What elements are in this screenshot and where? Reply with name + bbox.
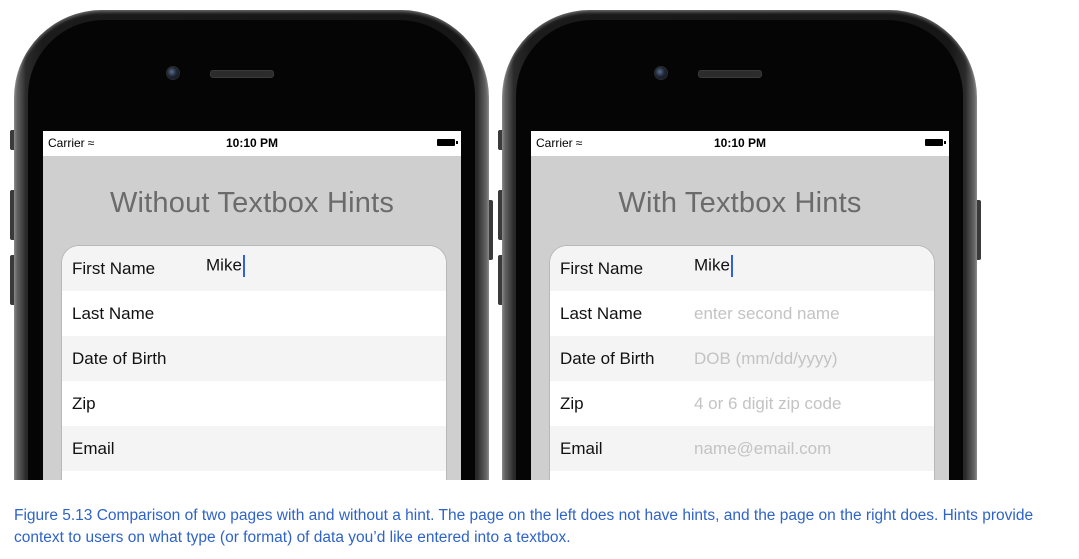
field-label: Last Name <box>72 303 155 323</box>
screen: Carrier ≈ 10:10 PM With Textbox Hints Fir… <box>531 131 949 480</box>
field-label: First Name <box>560 258 644 278</box>
form-row-first-name: First Name Mike <box>62 246 446 291</box>
battery-icon <box>925 139 946 146</box>
field-label: Email <box>72 438 115 458</box>
email-input[interactable] <box>684 433 934 464</box>
status-time: 10:10 PM <box>713 136 767 150</box>
first-name-input[interactable]: Mike <box>694 254 733 277</box>
field-label: Date of Birth <box>72 348 167 368</box>
form-row-zip: Zip <box>62 381 446 426</box>
page-title: Without Textbox Hints <box>109 187 395 219</box>
form-row-first-name: First Name Mike <box>550 246 934 291</box>
form-row-zip: Zip <box>550 381 934 426</box>
status-bar: Carrier ≈ 10:10 PM <box>43 131 461 156</box>
phone-left: Carrier ≈ 10:10 PM Without Textbox Hints … <box>10 0 493 480</box>
zip-input[interactable] <box>196 388 446 419</box>
figure-caption: Figure 5.13 Comparison of two pages with… <box>14 507 1034 546</box>
field-label: Last Name <box>560 303 643 323</box>
form-row-last-name: Last Name <box>550 291 934 336</box>
first-name-input[interactable]: Mike <box>206 254 245 277</box>
text-caret <box>242 254 245 277</box>
earpiece-speaker <box>698 70 762 78</box>
form-row-email: Email <box>62 426 446 471</box>
form-row-last-name: Last Name <box>62 291 446 336</box>
front-camera-icon <box>654 66 668 80</box>
last-name-input[interactable] <box>196 298 446 329</box>
battery-icon <box>437 139 458 146</box>
status-bar: Carrier ≈ 10:10 PM <box>531 131 949 156</box>
field-label: Email <box>560 438 603 458</box>
status-time: 10:10 PM <box>225 136 279 150</box>
form-row-date-of-birth: Date of Birth <box>62 336 446 381</box>
date-of-birth-input[interactable] <box>684 343 934 374</box>
phone-right: Carrier ≈ 10:10 PM With Textbox Hints Fir… <box>498 0 981 480</box>
form-row-email: Email <box>550 426 934 471</box>
email-input[interactable] <box>196 433 446 464</box>
front-camera-icon <box>166 66 180 80</box>
form-row-empty <box>62 471 446 480</box>
text-caret <box>730 254 733 277</box>
page-title: With Textbox Hints <box>618 187 862 219</box>
zip-input[interactable] <box>684 388 934 419</box>
form-table: First Name Mike Last Name Date of Birth … <box>61 245 447 480</box>
form-row-date-of-birth: Date of Birth <box>550 336 934 381</box>
field-label: Zip <box>560 393 584 413</box>
field-label: Zip <box>72 393 96 413</box>
last-name-input[interactable] <box>684 298 934 329</box>
date-of-birth-input[interactable] <box>196 343 446 374</box>
earpiece-speaker <box>210 70 274 78</box>
field-label: First Name <box>72 258 156 278</box>
field-label: Date of Birth <box>560 348 655 368</box>
form-row-empty <box>550 471 934 480</box>
screen: Carrier ≈ 10:10 PM Without Textbox Hints … <box>43 131 461 480</box>
form-table: First Name Mike Last Name Date of Birth … <box>549 245 935 480</box>
